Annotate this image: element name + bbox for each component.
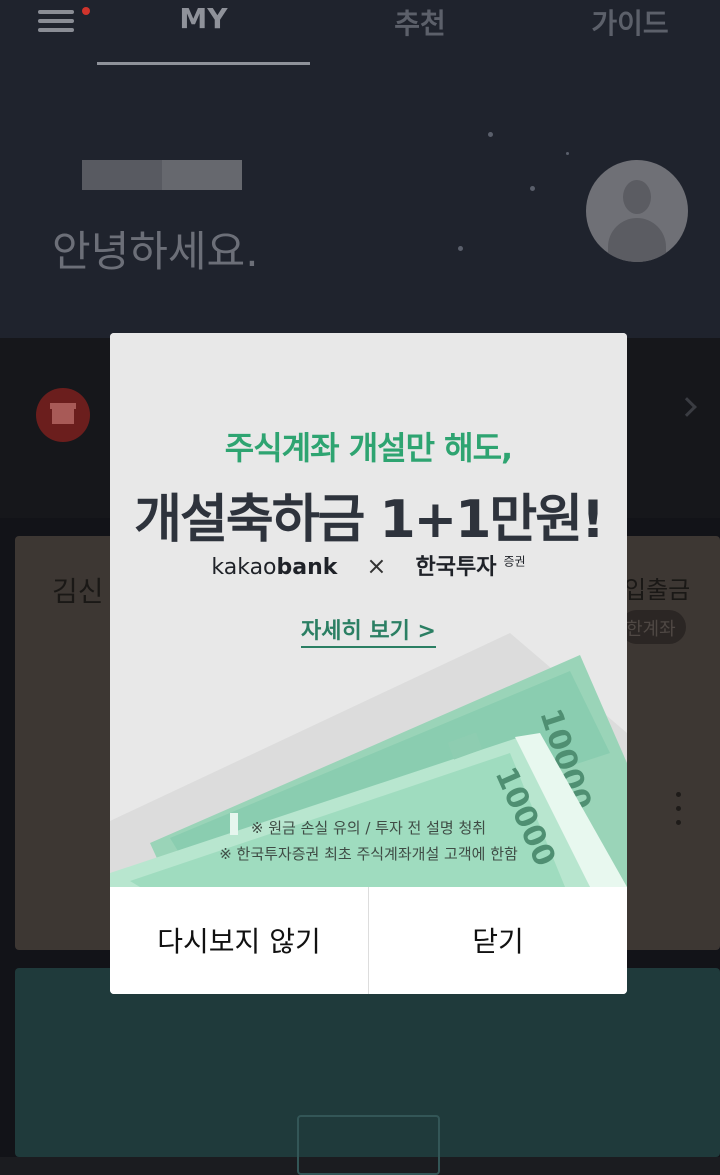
greeting-text: 안녕하세요.: [52, 227, 259, 276]
disclaimer-line-2: ※ 한국투자증권 최초 주식계좌개설 고객에 한함: [219, 845, 518, 863]
sparkle-dot: [458, 246, 463, 251]
promo-title: 개설축하금 1+1만원!: [134, 490, 605, 550]
add-account-button[interactable]: [297, 1115, 440, 1175]
partner-logos: kakaobank × 한국투자 증권: [110, 549, 627, 581]
tab-recommend[interactable]: 추천: [330, 2, 510, 42]
promo-banner[interactable]: 10000 10000 주식계좌 개설만 해도, 개설축하금 1+1만원! ka…: [110, 333, 627, 887]
tab-my[interactable]: MY: [97, 2, 310, 35]
active-tab-indicator: [97, 62, 310, 65]
detail-link[interactable]: 자세히 보기 >: [301, 619, 436, 648]
promo-modal: 10000 10000 주식계좌 개설만 해도, 개설축하금 1+1만원! ka…: [110, 333, 627, 994]
close-button[interactable]: 닫기: [369, 887, 627, 994]
sparkle-dot: [488, 132, 493, 137]
sparkle-dot: [530, 186, 535, 191]
avatar[interactable]: [586, 160, 688, 262]
disclaimer-line-1: ※ 원금 손실 유의 / 투자 전 설명 청취: [250, 819, 487, 837]
notification-dot: [82, 7, 90, 15]
top-navigation-bar: MY 추천 가이드: [0, 0, 720, 66]
kakaobank-logo: kakaobank: [211, 555, 338, 580]
banknote-illustration: 10000 10000: [110, 633, 627, 887]
account-card-title: 김신: [52, 575, 104, 608]
account-badge: 한계좌: [620, 610, 686, 644]
korea-investment-logo: 한국투자: [415, 555, 497, 580]
account-type-label: 입출금: [624, 576, 691, 604]
promo-subtitle: 주식계좌 개설만 해도,: [224, 429, 513, 467]
korea-investment-logo-suffix: 증권: [503, 554, 526, 569]
more-options-icon[interactable]: [676, 792, 681, 834]
modal-actions: 다시보지 않기 닫기: [110, 887, 627, 994]
gift-icon: [36, 388, 90, 442]
menu-icon[interactable]: [38, 6, 74, 36]
redacted-user-name: [82, 160, 242, 190]
sparkle-dot: [566, 152, 569, 155]
dont-show-again-button[interactable]: 다시보지 않기: [110, 887, 368, 994]
cross-icon: ×: [366, 552, 387, 580]
detail-link-wrap: 자세히 보기 >: [110, 613, 627, 648]
tab-guide[interactable]: 가이드: [550, 2, 710, 42]
